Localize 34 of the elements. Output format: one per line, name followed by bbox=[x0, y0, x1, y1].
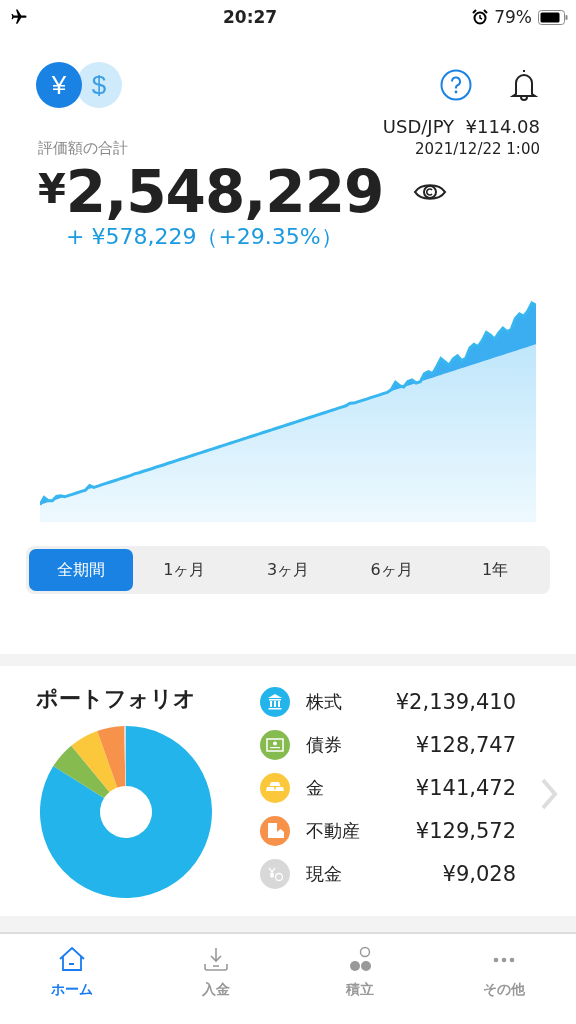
category-label: 金 bbox=[306, 775, 325, 800]
portfolio-title: ポートフォリオ bbox=[36, 685, 197, 713]
period-tab[interactable]: 全期間 bbox=[29, 549, 133, 591]
tab-bar-item[interactable]: 積立 bbox=[288, 934, 432, 1010]
battery-icon bbox=[538, 9, 568, 25]
category-label: 現金 bbox=[306, 861, 343, 886]
category-value: ¥141,472 bbox=[414, 775, 516, 800]
tab-bar-item[interactable]: ホーム bbox=[0, 934, 144, 1010]
period-tab[interactable]: 3ヶ月 bbox=[236, 549, 340, 591]
category-label: 債券 bbox=[306, 732, 343, 757]
tab-bar-item[interactable]: その他 bbox=[432, 934, 576, 1010]
exchange-rate: USD/JPY ¥114.08 bbox=[382, 116, 540, 137]
total-label: 評価額の合計 bbox=[38, 139, 128, 158]
total-change: + ¥578,229（+29.35%） bbox=[65, 223, 344, 251]
airplane-icon bbox=[10, 8, 28, 26]
battery-percent: 79% bbox=[494, 7, 532, 27]
tab-bar-item[interactable]: 入金 bbox=[144, 934, 288, 1010]
category-value: ¥2,139,410 bbox=[394, 689, 516, 714]
category-value: ¥9,028 bbox=[441, 861, 516, 886]
category-label: 株式 bbox=[306, 689, 343, 714]
period-tab[interactable]: 1年 bbox=[443, 549, 547, 591]
rate-timestamp: 2021/12/22 1:00 bbox=[415, 140, 540, 158]
help-icon[interactable] bbox=[440, 69, 472, 101]
period-tab[interactable]: 1ヶ月 bbox=[132, 549, 237, 591]
total-amount: ¥2,548,229 bbox=[38, 158, 384, 226]
category-value: ¥128,747 bbox=[414, 732, 516, 757]
more-icon bbox=[492, 956, 516, 964]
category-label: 不動産 bbox=[306, 818, 361, 843]
alarm-clock-icon bbox=[472, 9, 489, 25]
status-time: 20:27 bbox=[223, 7, 278, 27]
period-tab[interactable]: 6ヶ月 bbox=[339, 549, 444, 591]
currency-toggle[interactable]: ¥ bbox=[36, 62, 82, 108]
bell-icon[interactable] bbox=[508, 68, 540, 102]
category-value: ¥129,572 bbox=[414, 818, 516, 843]
